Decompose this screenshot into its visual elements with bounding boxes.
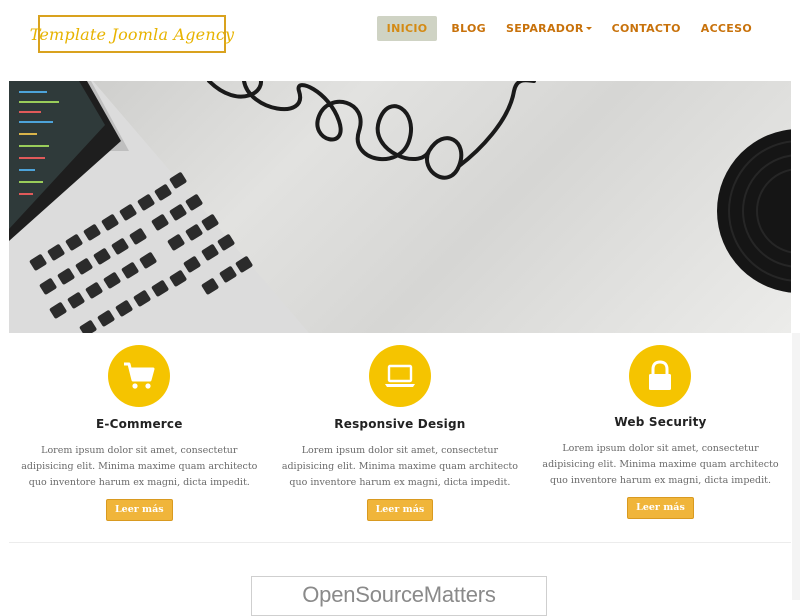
shopping-cart-icon: [108, 345, 171, 407]
caret-down-icon: [585, 27, 592, 30]
main-nav: INICIO BLOG SEPARADOR CONTACTO ACCESO: [376, 16, 762, 41]
partner-logo[interactable]: OpenSourceMatters: [251, 576, 547, 616]
feature-title: E-Commerce: [96, 417, 183, 431]
laptop-icon: [368, 345, 431, 407]
site-logo[interactable]: Template Joomla Agency: [30, 15, 234, 53]
feature-text: Lorem ipsum dolor sit amet, consectetur …: [542, 443, 779, 486]
laptop-glyph: [384, 364, 415, 387]
read-more-button[interactable]: Leer más: [105, 499, 173, 521]
shopping-cart-glyph: [124, 362, 155, 389]
lock-glyph: [649, 360, 672, 390]
site-header: Template Joomla Agency INICIO BLOG SEPAR…: [0, 0, 800, 81]
hero-image: [9, 81, 791, 333]
nav-item-separador-label: SEPARADOR: [505, 22, 584, 35]
feature-responsive: Responsive Design Lorem ipsum dolor sit …: [270, 345, 531, 521]
nav-item-blog[interactable]: BLOG: [441, 16, 496, 41]
feature-text: Lorem ipsum dolor sit amet, consectetur …: [21, 445, 258, 488]
partner-logo-text: OpenSourceMatters: [302, 582, 496, 607]
read-more-button[interactable]: Leer más: [366, 499, 434, 521]
nav-item-separador[interactable]: SEPARADOR: [496, 16, 602, 41]
nav-item-inicio[interactable]: INICIO: [376, 16, 438, 41]
lock-icon: [629, 345, 692, 407]
feature-title: Web Security: [614, 415, 707, 429]
nav-item-acceso[interactable]: ACCESO: [691, 16, 762, 41]
hero-illustration: [9, 81, 791, 333]
feature-title: Responsive Design: [334, 417, 466, 431]
feature-ecommerce: E-Commerce Lorem ipsum dolor sit amet, c…: [9, 345, 270, 521]
scrollbar-track[interactable]: [792, 333, 800, 600]
read-more-button[interactable]: Leer más: [627, 497, 694, 519]
feature-text: Lorem ipsum dolor sit amet, consectetur …: [281, 445, 518, 488]
features-section: E-Commerce Lorem ipsum dolor sit amet, c…: [9, 345, 791, 521]
section-divider: [9, 542, 791, 543]
nav-item-contacto[interactable]: CONTACTO: [602, 16, 691, 41]
feature-security: Web Security Lorem ipsum dolor sit amet,…: [530, 345, 791, 521]
headphone-cable: [207, 81, 536, 180]
